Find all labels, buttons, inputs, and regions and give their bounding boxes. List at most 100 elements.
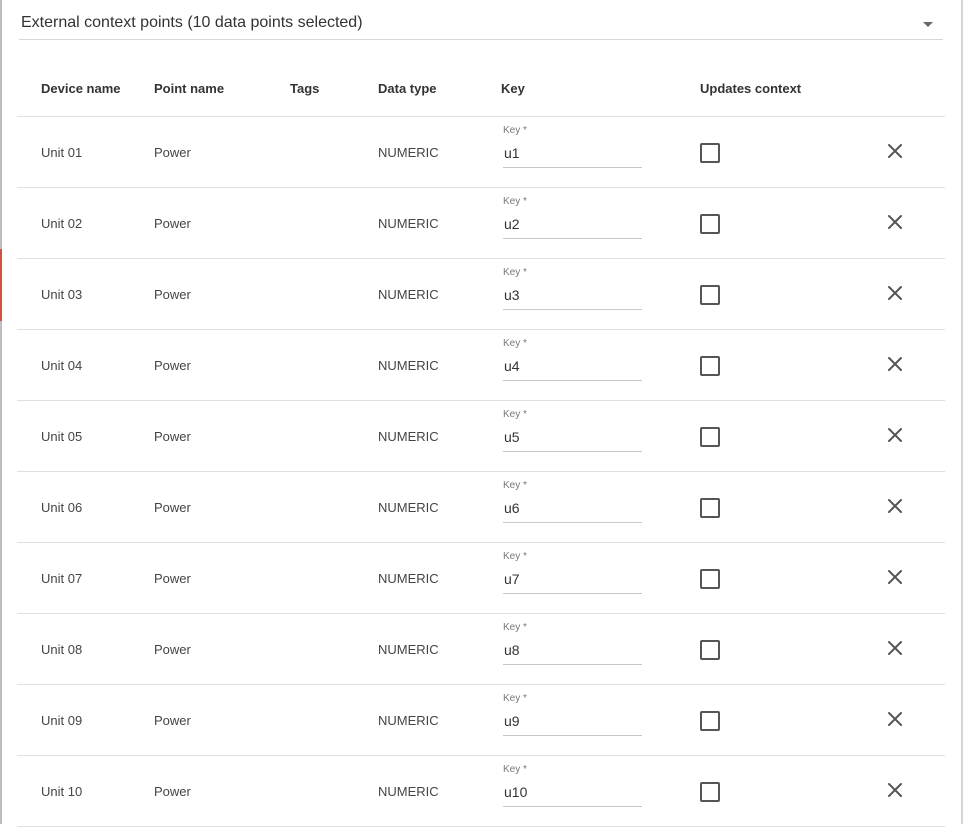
key-input-value[interactable]: u6: [504, 500, 520, 516]
close-icon[interactable]: [885, 141, 905, 161]
remove-row-button[interactable]: [885, 425, 905, 445]
key-input-value[interactable]: u7: [504, 571, 520, 587]
key-field-label: Key *: [503, 480, 527, 491]
key-input[interactable]: Key * u5: [503, 409, 642, 452]
dialog-left-edge: [0, 0, 2, 824]
key-field-label: Key *: [503, 196, 527, 207]
key-input[interactable]: Key * u7: [503, 551, 642, 594]
close-icon[interactable]: [885, 567, 905, 587]
device-name-cell: Unit 04: [41, 358, 83, 373]
close-icon[interactable]: [885, 638, 905, 658]
table-row: Unit 09 Power NUMERIC Key * u9: [17, 685, 945, 756]
table-row: Unit 02 Power NUMERIC Key * u2: [17, 188, 945, 259]
data-type-cell: NUMERIC: [378, 500, 439, 515]
key-input[interactable]: Key * u2: [503, 196, 642, 239]
point-name-cell: Power: [154, 571, 191, 586]
updates-context-checkbox[interactable]: [700, 498, 720, 518]
key-field-label: Key *: [503, 764, 527, 775]
point-name-cell: Power: [154, 500, 191, 515]
updates-context-checkbox[interactable]: [700, 285, 720, 305]
select-value: External context points (10 data points …: [21, 14, 363, 31]
close-icon[interactable]: [885, 496, 905, 516]
key-input[interactable]: Key * u6: [503, 480, 642, 523]
close-icon[interactable]: [885, 780, 905, 800]
point-name-cell: Power: [154, 784, 191, 799]
table-row: Unit 07 Power NUMERIC Key * u7: [17, 543, 945, 614]
remove-row-button[interactable]: [885, 567, 905, 587]
remove-row-button[interactable]: [885, 212, 905, 232]
device-name-cell: Unit 09: [41, 713, 83, 728]
data-type-cell: NUMERIC: [378, 145, 439, 160]
key-input-value[interactable]: u8: [504, 642, 520, 658]
updates-context-checkbox[interactable]: [700, 711, 720, 731]
key-field-label: Key *: [503, 551, 527, 562]
data-type-cell: NUMERIC: [378, 429, 439, 444]
updates-context-checkbox[interactable]: [700, 782, 720, 802]
key-input[interactable]: Key * u10: [503, 764, 642, 807]
device-name-cell: Unit 06: [41, 500, 83, 515]
remove-row-button[interactable]: [885, 283, 905, 303]
close-icon[interactable]: [885, 354, 905, 374]
key-field-label: Key *: [503, 338, 527, 349]
table-row: Unit 01 Power NUMERIC Key * u1: [17, 117, 945, 188]
updates-context-checkbox[interactable]: [700, 214, 720, 234]
point-name-cell: Power: [154, 216, 191, 231]
updates-context-checkbox[interactable]: [700, 640, 720, 660]
key-input-value[interactable]: u2: [504, 216, 520, 232]
close-icon[interactable]: [885, 709, 905, 729]
chevron-down-icon[interactable]: [923, 22, 933, 27]
data-type-cell: NUMERIC: [378, 216, 439, 231]
point-name-cell: Power: [154, 287, 191, 302]
remove-row-button[interactable]: [885, 709, 905, 729]
table-row: Unit 06 Power NUMERIC Key * u6: [17, 472, 945, 543]
data-type-cell: NUMERIC: [378, 784, 439, 799]
header-device-name: Device name: [41, 81, 121, 96]
device-name-cell: Unit 01: [41, 145, 83, 160]
key-input-value[interactable]: u1: [504, 145, 520, 161]
data-type-cell: NUMERIC: [378, 571, 439, 586]
key-input-value[interactable]: u10: [504, 784, 527, 800]
updates-context-checkbox[interactable]: [700, 143, 720, 163]
table-row: Unit 04 Power NUMERIC Key * u4: [17, 330, 945, 401]
point-name-cell: Power: [154, 358, 191, 373]
device-name-cell: Unit 02: [41, 216, 83, 231]
point-name-cell: Power: [154, 145, 191, 160]
key-field-label: Key *: [503, 267, 527, 278]
table-row: Unit 08 Power NUMERIC Key * u8: [17, 614, 945, 685]
key-input[interactable]: Key * u8: [503, 622, 642, 665]
remove-row-button[interactable]: [885, 638, 905, 658]
key-input[interactable]: Key * u4: [503, 338, 642, 381]
close-icon[interactable]: [885, 283, 905, 303]
key-input-value[interactable]: u3: [504, 287, 520, 303]
remove-row-button[interactable]: [885, 496, 905, 516]
point-name-cell: Power: [154, 713, 191, 728]
remove-row-button[interactable]: [885, 141, 905, 161]
header-updates-context: Updates context: [700, 81, 802, 96]
key-input[interactable]: Key * u1: [503, 125, 642, 168]
close-icon[interactable]: [885, 212, 905, 232]
point-name-cell: Power: [154, 642, 191, 657]
header-key: Key: [501, 81, 525, 96]
key-input[interactable]: Key * u3: [503, 267, 642, 310]
device-name-cell: Unit 03: [41, 287, 83, 302]
key-field-label: Key *: [503, 622, 527, 633]
header-tags: Tags: [290, 81, 320, 96]
close-icon[interactable]: [885, 425, 905, 445]
data-type-cell: NUMERIC: [378, 287, 439, 302]
data-type-cell: NUMERIC: [378, 358, 439, 373]
updates-context-checkbox[interactable]: [700, 356, 720, 376]
key-input-value[interactable]: u5: [504, 429, 520, 445]
table-row: Unit 03 Power NUMERIC Key * u3: [17, 259, 945, 330]
device-name-cell: Unit 07: [41, 571, 83, 586]
device-name-cell: Unit 08: [41, 642, 83, 657]
remove-row-button[interactable]: [885, 354, 905, 374]
key-field-label: Key *: [503, 409, 527, 420]
updates-context-checkbox[interactable]: [700, 569, 720, 589]
key-input-value[interactable]: u4: [504, 358, 520, 374]
key-input-value[interactable]: u9: [504, 713, 520, 729]
external-context-points-select[interactable]: External context points (10 data points …: [19, 0, 943, 40]
key-input[interactable]: Key * u9: [503, 693, 642, 736]
header-point-name: Point name: [154, 81, 225, 96]
updates-context-checkbox[interactable]: [700, 427, 720, 447]
remove-row-button[interactable]: [885, 780, 905, 800]
